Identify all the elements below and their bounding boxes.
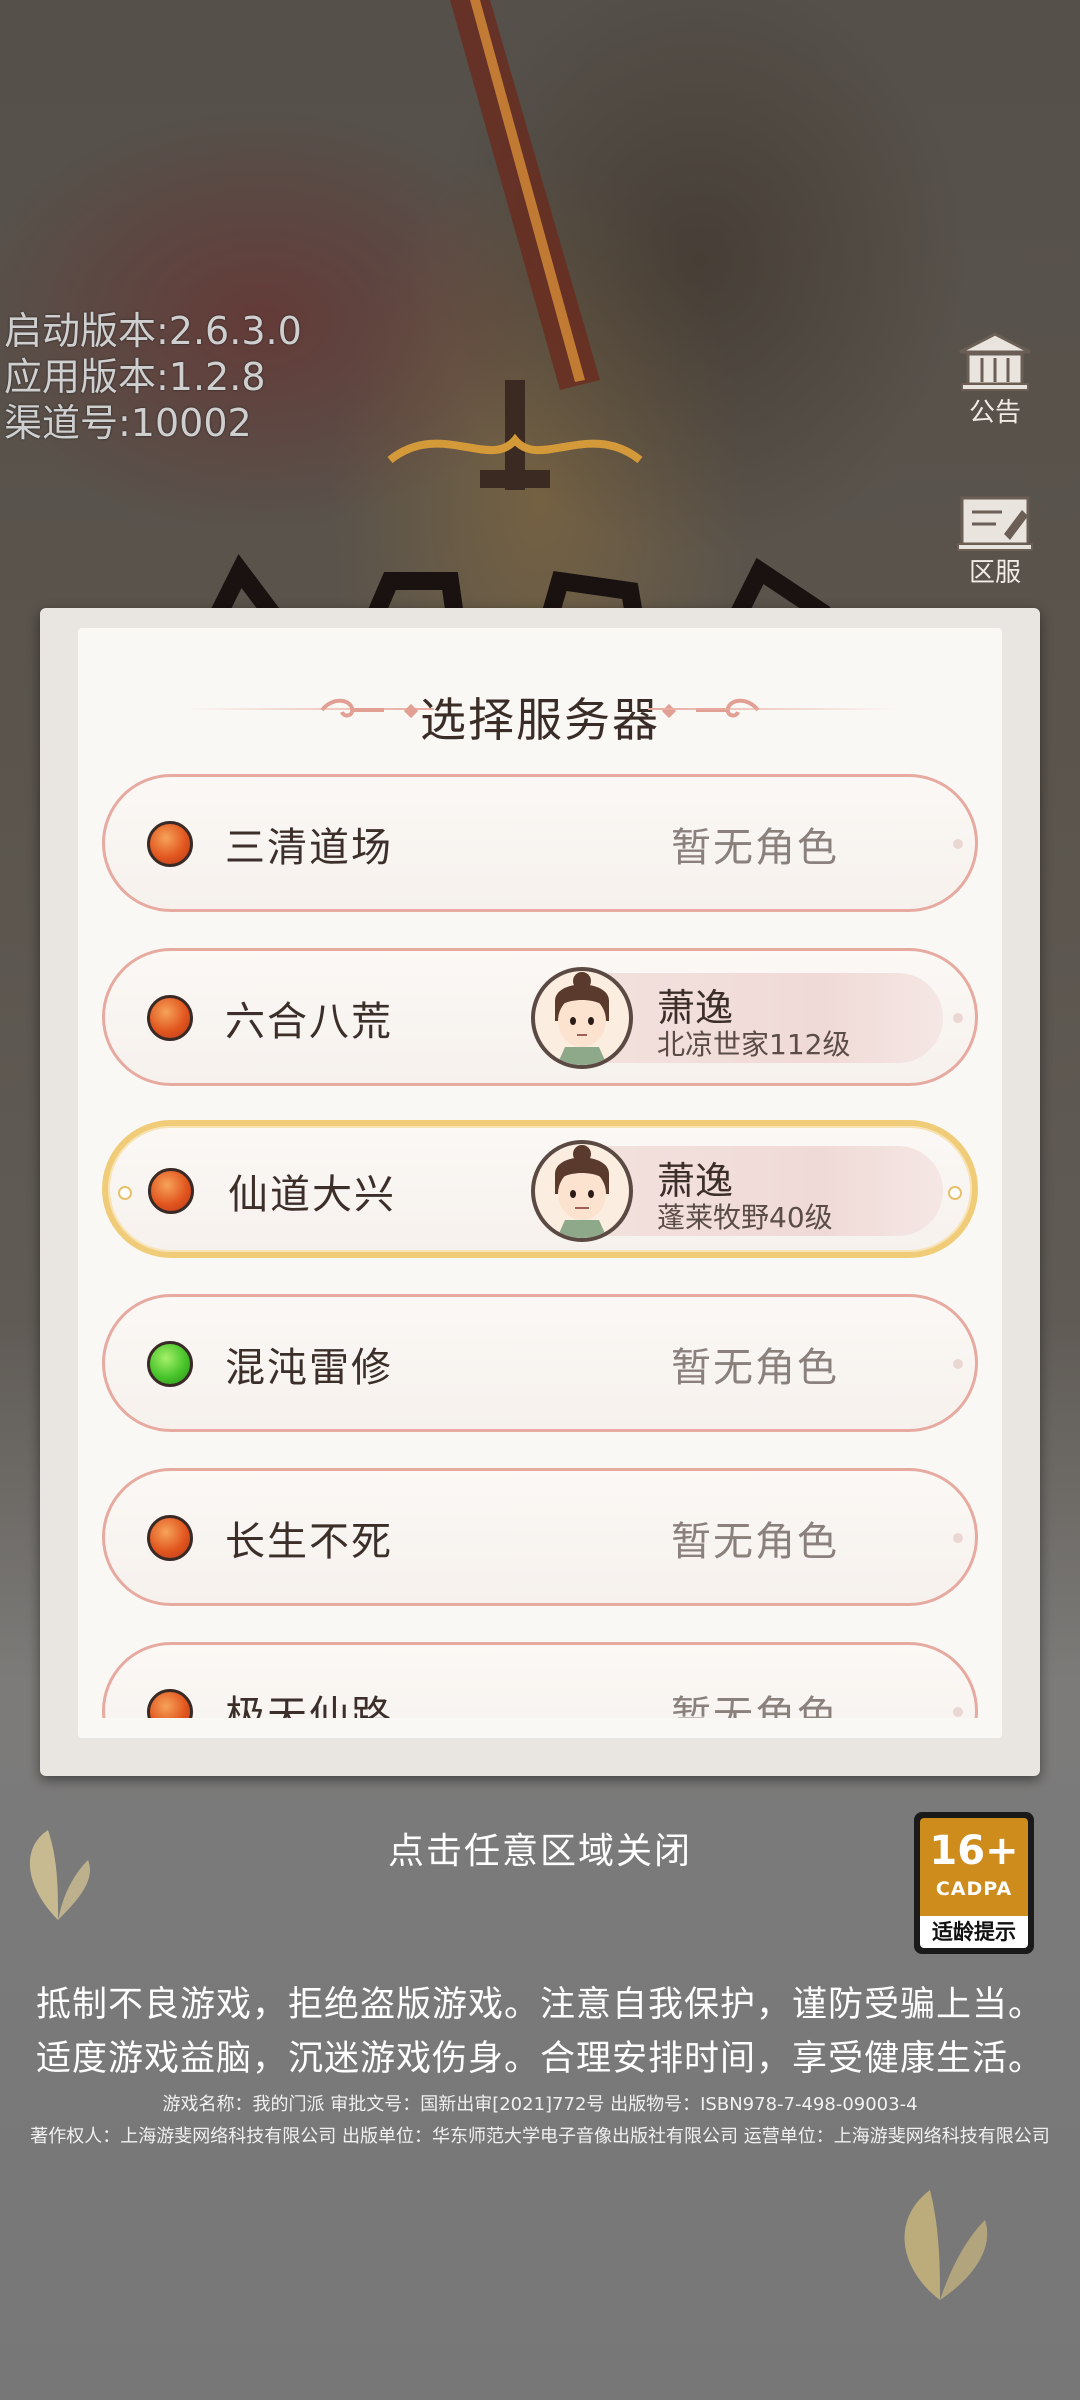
- character-pill: 萧逸 北凉世家112级: [531, 967, 943, 1069]
- notice-button[interactable]: 公告: [952, 330, 1038, 430]
- end-dot-left: [118, 1186, 132, 1200]
- title-line-right: [648, 708, 898, 710]
- channel-number: 渠道号:10002: [4, 401, 252, 445]
- version-info: 启动版本:2.6.3.0 应用版本:1.2.8 渠道号:10002: [4, 308, 302, 446]
- age-rating-label: 适龄提示: [920, 1916, 1028, 1948]
- server-name: 极天仙路: [225, 1693, 393, 1718]
- status-dot: [148, 1168, 194, 1214]
- end-dot: [953, 1707, 963, 1717]
- server-name: 混沌雷修: [225, 1345, 393, 1391]
- character-pill: 萧逸 蓬莱牧野40级: [531, 1140, 943, 1242]
- no-role-text: 暂无角色: [671, 1345, 839, 1391]
- server-name: 长生不死: [225, 1519, 393, 1565]
- status-dot: [147, 995, 193, 1041]
- age-rating-top: 16+ CADPA: [920, 1818, 1028, 1916]
- end-dot: [953, 1013, 963, 1023]
- server-name: 三清道场: [225, 825, 393, 871]
- server-row[interactable]: 混沌雷修 暂无角色: [102, 1294, 978, 1432]
- status-dot: [147, 1341, 193, 1387]
- app-version: 应用版本:1.2.8: [4, 355, 266, 399]
- server-name: 仙道大兴: [228, 1172, 396, 1218]
- game-license-info: 游戏名称：我的门派 审批文号：国新出审[2021]772号 出版物号：ISBN9…: [162, 2094, 918, 2115]
- dialog-title: 选择服务器: [420, 693, 660, 747]
- server-row-selected[interactable]: 仙道大兴 萧逸 蓬莱牧野40级: [102, 1120, 978, 1258]
- server-row[interactable]: 长生不死 暂无角色: [102, 1468, 978, 1606]
- no-role-text: 暂无角色: [671, 825, 839, 871]
- avatar: [531, 1140, 633, 1242]
- region-label: 区服: [968, 558, 1021, 588]
- age-rating-org: CADPA: [935, 1878, 1013, 1900]
- character-info: 蓬莱牧野40级: [657, 1201, 833, 1234]
- end-dot: [953, 1533, 963, 1543]
- sword-art: [387, 0, 643, 490]
- butterfly-icon-2: [904, 2190, 988, 2300]
- no-role-text: 暂无角色: [671, 1519, 839, 1565]
- game-logo: [160, 520, 860, 620]
- server-name: 六合八荒: [225, 999, 393, 1045]
- health-notice-line-2: 适度游戏益脑，沉迷游戏伤身。合理安排时间，享受健康生活。: [35, 2039, 1044, 2079]
- swirl-right-icon: [696, 698, 760, 718]
- status-dot: [147, 821, 193, 867]
- status-dot: [147, 1515, 193, 1561]
- character-info: 北凉世家112级: [657, 1028, 851, 1061]
- age-rating-number: 16+: [929, 1828, 1019, 1874]
- copyright-info: 著作权人：上海游斐网络科技有限公司 出版单位：华东师范大学电子音像出版社有限公司…: [30, 2126, 1050, 2147]
- launcher-version: 启动版本:2.6.3.0: [4, 309, 302, 353]
- region-button[interactable]: 区服: [952, 490, 1038, 590]
- no-role-text: 暂无角色: [671, 1693, 839, 1718]
- dialog-panel: 选择服务器 三清道场 暂无角色 六合八荒 萧逸 北凉世家112级 仙道大兴 萧逸…: [78, 628, 1002, 1738]
- status-dot: [147, 1689, 193, 1718]
- health-notice-line-1: 抵制不良游戏，拒绝盗版游戏。注意自我保护，谨防受骗上当。: [35, 1985, 1044, 2025]
- end-dot: [953, 1359, 963, 1369]
- notice-icon: [959, 332, 1031, 391]
- age-rating-badge: 16+ CADPA 适龄提示: [914, 1812, 1034, 1954]
- notice-label: 公告: [968, 398, 1021, 428]
- server-list[interactable]: 三清道场 暂无角色 六合八荒 萧逸 北凉世家112级 仙道大兴 萧逸 蓬莱牧野4…: [78, 774, 1002, 1718]
- server-row[interactable]: 六合八荒 萧逸 北凉世家112级: [102, 948, 978, 1086]
- region-icon: [957, 496, 1033, 551]
- server-row[interactable]: 极天仙路 暂无角色: [102, 1642, 978, 1718]
- end-dot: [953, 839, 963, 849]
- server-select-dialog: 选择服务器 三清道场 暂无角色 六合八荒 萧逸 北凉世家112级 仙道大兴 萧逸…: [40, 608, 1040, 1776]
- butterfly-icon: [29, 1830, 90, 1920]
- end-dot: [948, 1186, 962, 1200]
- avatar: [531, 967, 633, 1069]
- server-row[interactable]: 三清道场 暂无角色: [102, 774, 978, 912]
